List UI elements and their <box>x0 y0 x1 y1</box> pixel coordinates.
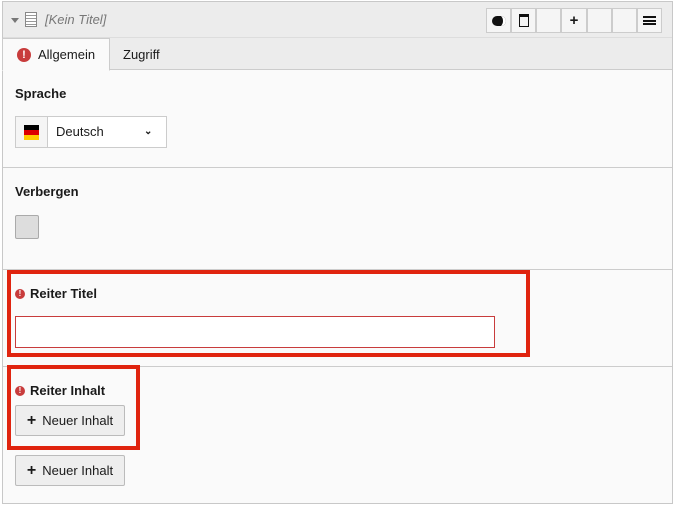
hide-checkbox[interactable] <box>15 215 39 239</box>
menu-button[interactable] <box>637 8 662 33</box>
error-highlight-content <box>7 365 140 450</box>
tab-allgemein[interactable]: ! Allgemein <box>2 38 110 71</box>
add-button[interactable]: + <box>561 8 587 33</box>
error-highlight-title <box>7 270 530 357</box>
german-flag-icon <box>16 117 48 147</box>
document-icon <box>25 12 37 27</box>
plus-icon: + <box>27 462 36 480</box>
toolbar-blank-button[interactable] <box>587 8 612 33</box>
trash-icon <box>519 14 529 27</box>
tab-label: Allgemein <box>38 47 95 62</box>
delete-button[interactable] <box>511 8 536 33</box>
hamburger-icon <box>643 16 656 25</box>
select-value: Deutsch <box>48 117 144 147</box>
field-label: Verbergen <box>15 184 79 199</box>
tab-label: Zugriff <box>123 47 160 62</box>
section-verbergen <box>3 168 672 270</box>
toolbar-blank-button[interactable] <box>536 8 561 33</box>
toolbar-blank-button[interactable] <box>612 8 637 33</box>
chevron-down-icon: ⌄ <box>144 117 166 147</box>
panel-title: [Kein Titel] <box>45 12 106 27</box>
panel-header: [Kein Titel] + <box>3 2 672 38</box>
toggle-visibility-button[interactable] <box>486 8 511 33</box>
plus-icon: + <box>570 12 579 29</box>
button-label: Neuer Inhalt <box>42 463 113 478</box>
collapse-caret-icon[interactable] <box>11 18 19 23</box>
toggle-icon <box>492 16 506 26</box>
field-label: Sprache <box>15 86 66 101</box>
error-icon: ! <box>17 48 31 62</box>
language-select[interactable]: Deutsch ⌄ <box>15 116 167 148</box>
new-content-button-2[interactable]: + Neuer Inhalt <box>15 455 125 486</box>
tab-bar: ! Allgemein Zugriff <box>3 38 672 70</box>
tab-zugriff[interactable]: Zugriff <box>109 38 174 70</box>
